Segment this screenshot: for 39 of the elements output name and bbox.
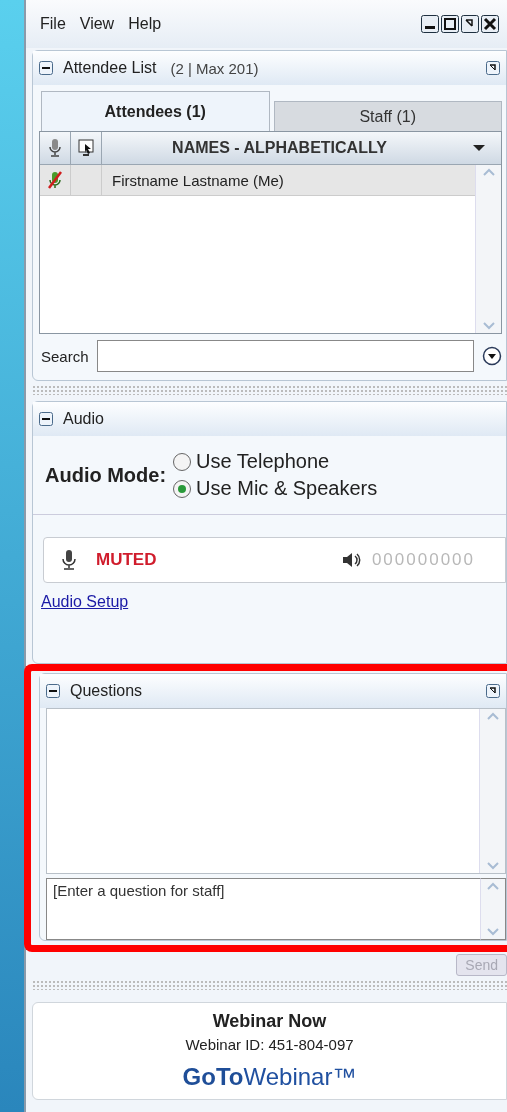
close-icon[interactable] xyxy=(481,15,499,33)
attendee-name: Firstname Lastname (Me) xyxy=(111,171,284,189)
audio-setup-link[interactable]: Audio Setup xyxy=(41,593,129,611)
popout-icon[interactable] xyxy=(486,684,500,698)
collapse-icon[interactable] xyxy=(46,684,60,698)
radio-option[interactable]: Use Mic & Speakers xyxy=(172,477,378,500)
search-field[interactable] xyxy=(96,340,474,372)
speaker-level-reading: 000000000 xyxy=(371,550,475,570)
speaker-icon xyxy=(341,551,362,569)
logo: GoToWebinar™ xyxy=(182,1063,357,1091)
mic-status: MUTED xyxy=(96,550,157,570)
popout-icon[interactable] xyxy=(486,61,500,75)
microphone-icon xyxy=(49,139,61,157)
attendee-count: (2 | Max 201) xyxy=(170,59,259,77)
menu-item[interactable]: File xyxy=(40,15,66,33)
dropdown-circle-icon[interactable] xyxy=(482,346,502,366)
screen-icon xyxy=(78,139,94,157)
search-label: Search xyxy=(41,347,89,365)
microphone-icon xyxy=(62,550,76,570)
attendee-row[interactable]: Firstname Lastname (Me) xyxy=(40,165,475,196)
audio-mode-label: Audio Mode: xyxy=(45,463,167,487)
radio-option[interactable]: Use Telephone xyxy=(172,450,378,473)
question-field[interactable]: [Enter a question for staff] xyxy=(46,878,480,940)
tab[interactable]: Attendees (1) xyxy=(41,91,270,131)
webinar-id: Webinar ID: 451-804-097 xyxy=(185,1036,354,1053)
collapse-icon[interactable] xyxy=(39,412,53,426)
maximize-icon[interactable] xyxy=(441,15,459,33)
panel-title: Attendee List xyxy=(63,59,157,77)
menu-item[interactable]: View xyxy=(79,15,115,33)
minimize-icon[interactable] xyxy=(421,15,439,33)
webinar-title: Webinar Now xyxy=(212,1011,327,1032)
radio-button[interactable] xyxy=(172,478,193,499)
panel-title: Questions xyxy=(70,682,143,700)
menu-item[interactable]: Help xyxy=(128,15,162,33)
collapse-icon[interactable] xyxy=(39,61,53,75)
radio-button[interactable] xyxy=(172,451,193,472)
tab[interactable]: Staff (1) xyxy=(273,101,502,131)
panel-title: Audio xyxy=(63,410,104,428)
restore-icon[interactable] xyxy=(461,15,479,33)
